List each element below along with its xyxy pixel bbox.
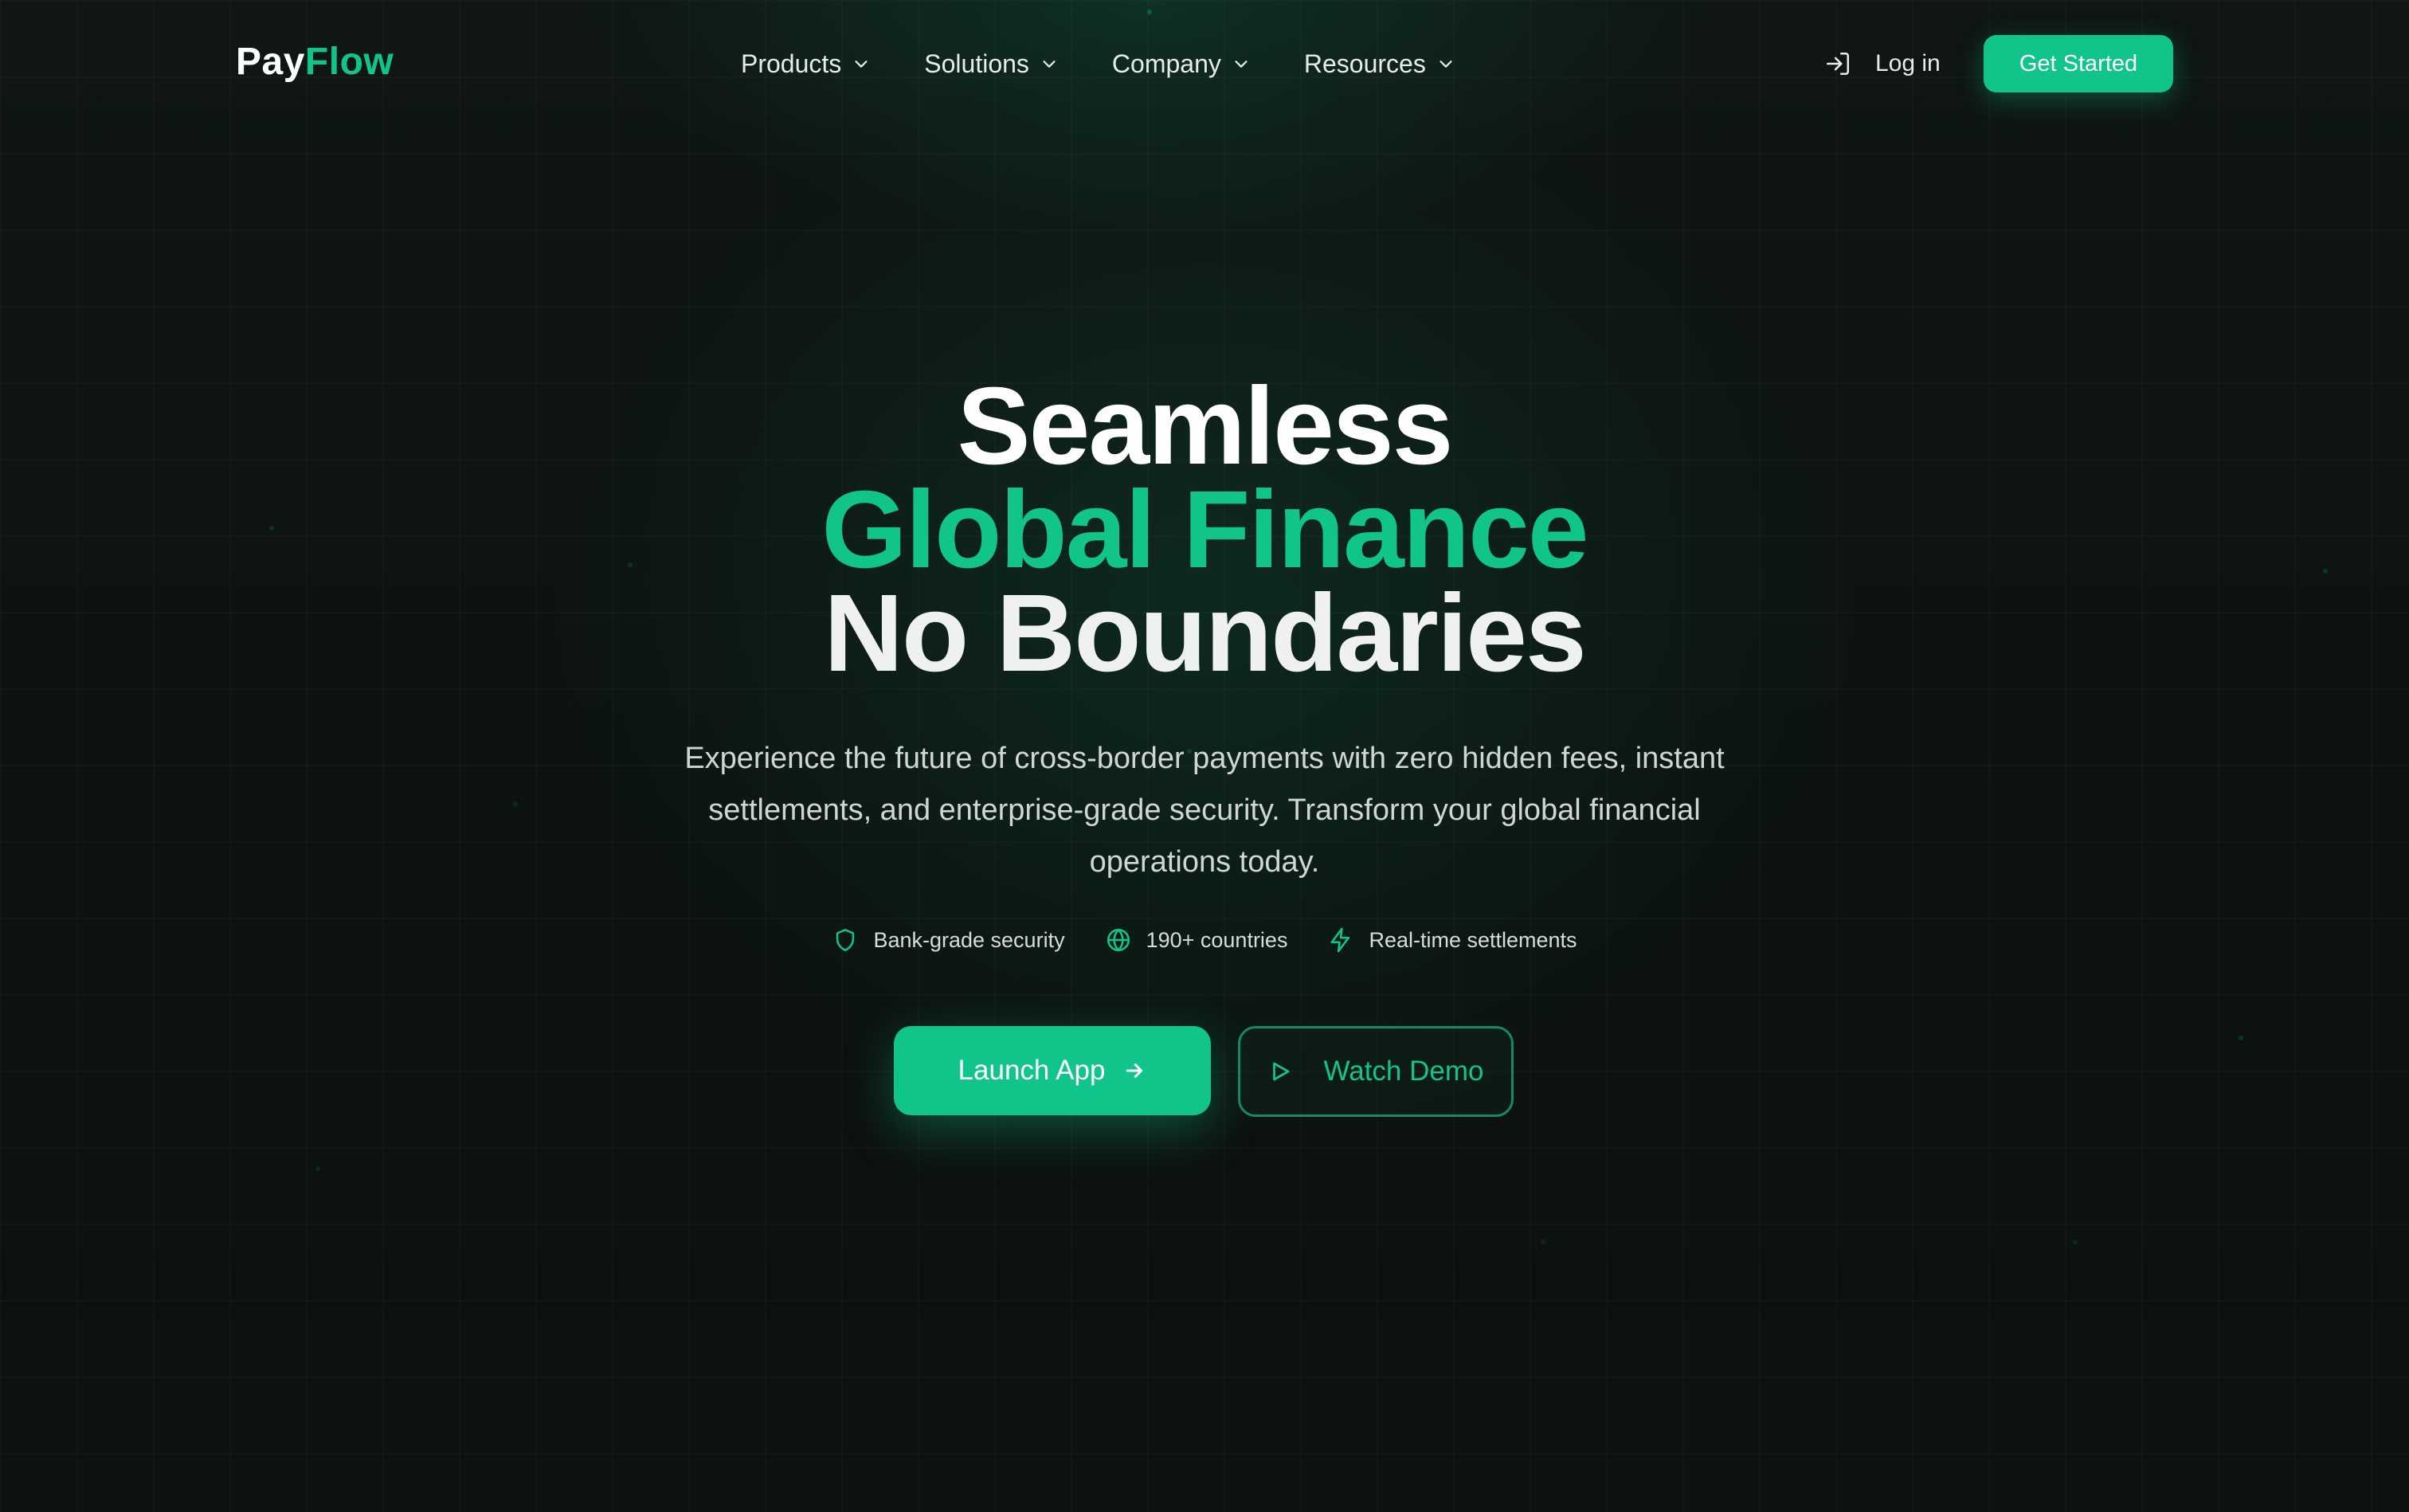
menu-solutions[interactable]: Solutions (924, 41, 1058, 86)
chevron-down-icon (1040, 55, 1058, 72)
particle-dot (2073, 1240, 2078, 1244)
menu-products-label: Products (741, 49, 842, 78)
particle-dot (2239, 1036, 2243, 1040)
hero-section: Seamless Global Finance No Boundaries Ex… (0, 365, 2409, 954)
feature-settlements-label: Real-time settlements (1369, 927, 1577, 952)
chevron-down-icon (1437, 55, 1455, 72)
brand-logo-part2: Flow (304, 41, 394, 83)
brand-logo[interactable]: PayFlow (236, 37, 394, 88)
particle-dot (1541, 1240, 1545, 1244)
login-icon (1824, 50, 1851, 77)
particle-dot (315, 1166, 320, 1171)
top-navigation: PayFlow Products Solutions Company Resou… (0, 0, 2409, 127)
hero-title-line3: No Boundaries (824, 572, 1586, 695)
hero-subtitle: Experience the future of cross-border pa… (684, 742, 1725, 879)
feature-countries-label: 190+ countries (1146, 927, 1288, 952)
watch-demo-label: Watch Demo (1323, 1056, 1484, 1087)
login-label: Log in (1875, 50, 1941, 76)
landing-page: PayFlow Products Solutions Company Resou… (0, 0, 2409, 1512)
menu-products[interactable]: Products (741, 41, 870, 86)
brand-logo-part1: Pay (236, 41, 305, 83)
feature-security: Bank-grade security (832, 926, 1065, 954)
feature-security-label: Bank-grade security (873, 927, 1065, 952)
chevron-down-icon (1232, 55, 1250, 72)
menu-resources[interactable]: Resources (1304, 41, 1455, 86)
shield-icon (832, 926, 859, 954)
feature-settlements: Real-time settlements (1327, 926, 1577, 954)
lightning-icon (1327, 926, 1354, 954)
globe-icon (1105, 926, 1132, 954)
hero-actions: Launch App Watch Demo (894, 1026, 1514, 1117)
play-icon (1268, 1060, 1292, 1083)
arrow-right-icon (1122, 1059, 1146, 1083)
launch-app-label: Launch App (958, 1055, 1106, 1086)
launch-app-button[interactable]: Launch App (894, 1026, 1211, 1115)
watch-demo-button[interactable]: Watch Demo (1238, 1026, 1514, 1117)
menu-solutions-label: Solutions (924, 49, 1029, 78)
feature-countries: 190+ countries (1105, 926, 1288, 954)
login-link[interactable]: Log in (1824, 41, 1941, 86)
get-started-button[interactable]: Get Started (1984, 35, 2173, 92)
main-menu: Products Solutions Company Resources (741, 41, 1509, 86)
menu-resources-label: Resources (1303, 49, 1426, 78)
hero-title-line1: Seamless (957, 365, 1454, 488)
feature-list: Bank-grade security 190+ countries Real-… (0, 926, 2409, 954)
menu-company[interactable]: Company (1112, 41, 1250, 86)
hero-title-line2: Global Finance (821, 468, 1588, 591)
menu-company-label: Company (1111, 49, 1221, 78)
chevron-down-icon (852, 55, 870, 72)
